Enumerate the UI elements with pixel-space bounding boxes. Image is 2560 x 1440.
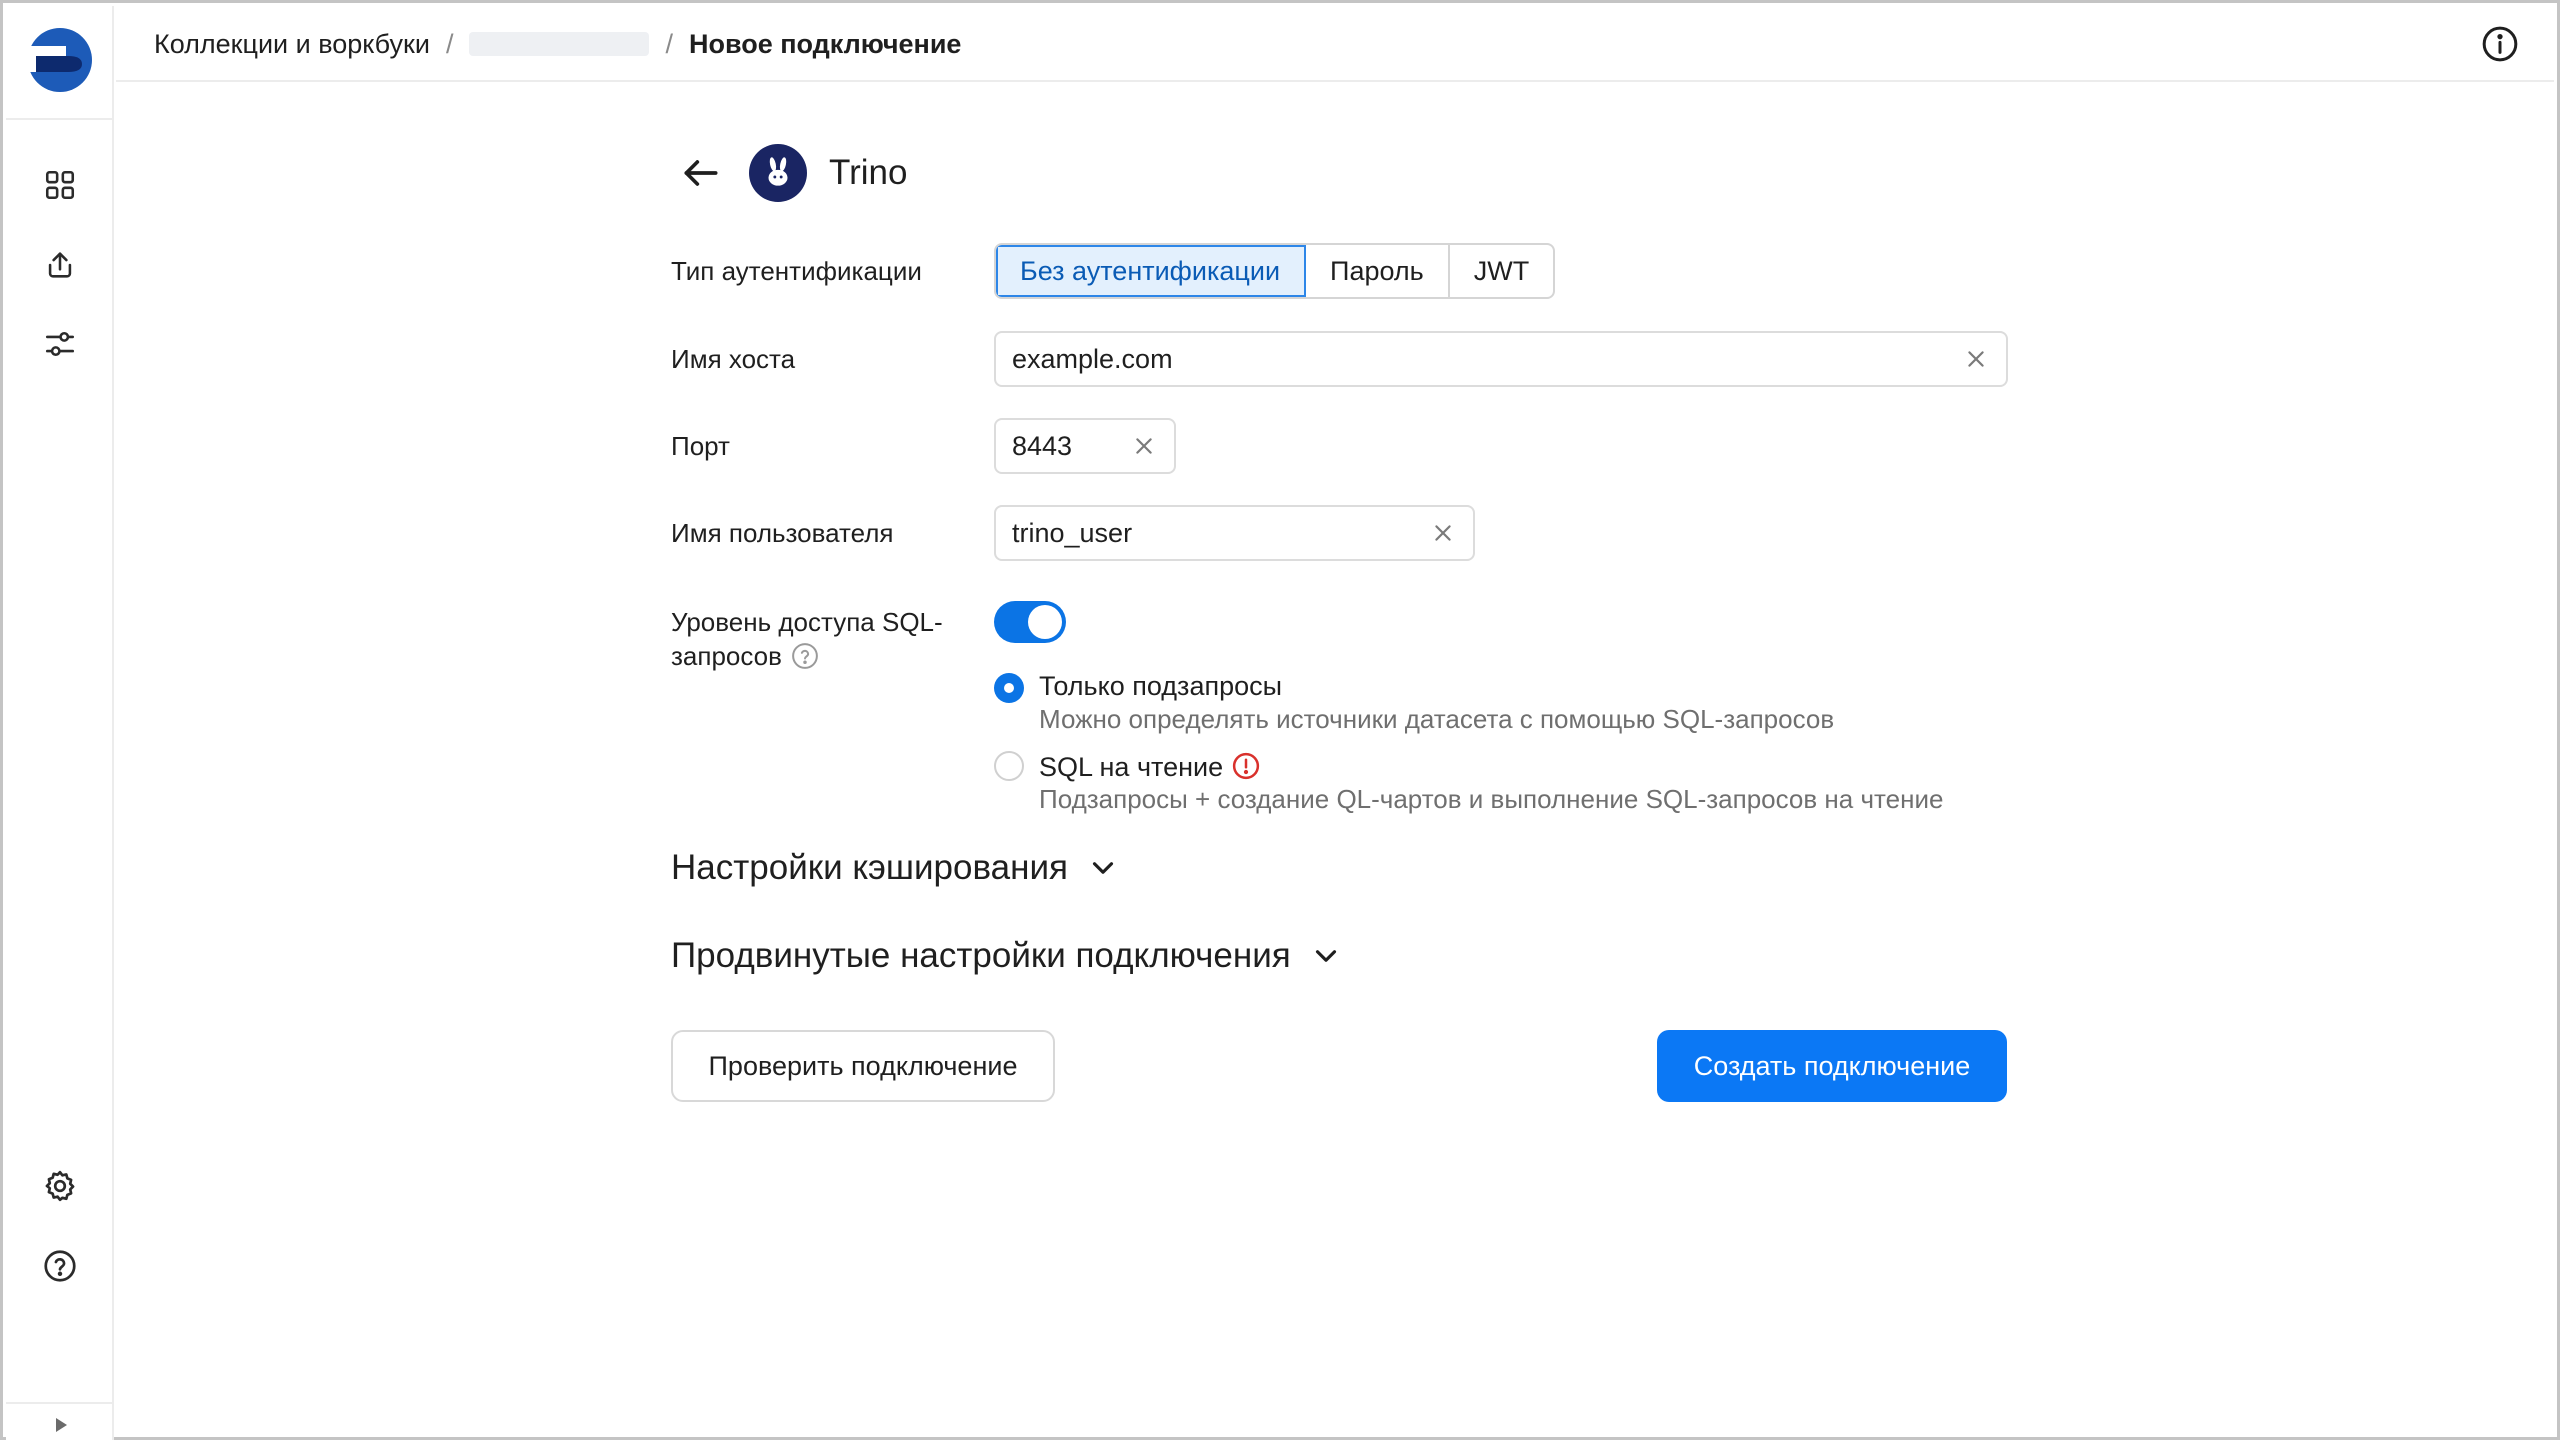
auth-option-jwt[interactable]: JWT — [1450, 245, 1553, 297]
chevron-down-icon — [1309, 939, 1343, 973]
breadcrumb-workbook[interactable] — [469, 32, 650, 56]
auth-type-label: Тип аутентификации — [671, 256, 922, 286]
radio-subqueries[interactable] — [994, 673, 1024, 703]
port-value: 8443 — [1012, 430, 1073, 461]
sql-access-toggle[interactable] — [994, 601, 1066, 643]
app-window: Коллекции и воркбуки / / Новое подключен… — [0, 0, 2560, 1440]
divider — [6, 118, 114, 120]
breadcrumb-collections[interactable]: Коллекции и воркбуки — [154, 29, 430, 60]
help-icon[interactable] — [35, 1241, 85, 1291]
cache-settings-title: Настройки кэширования — [671, 848, 1068, 887]
auth-type-selector: Без аутентификации Пароль JWT — [994, 243, 1556, 299]
expand-sidebar-icon[interactable] — [46, 1410, 76, 1440]
toggle-knob — [1028, 605, 1062, 639]
username-input[interactable]: trino_user — [994, 505, 1475, 561]
create-connection-button[interactable]: Создать подключение — [1657, 1030, 2007, 1102]
chevron-down-icon — [1086, 851, 1120, 885]
radio-subqueries-title: Только подзапросы — [1039, 671, 1283, 701]
radio-sql-read-title: SQL на чтение — [1039, 751, 1261, 783]
sql-level-label-line2: запросов — [671, 641, 782, 671]
host-value: example.com — [1012, 343, 1173, 374]
username-label: Имя пользователя — [671, 518, 894, 548]
top-bar: Коллекции и воркбуки / / Новое подключен… — [116, 6, 2554, 82]
clear-icon[interactable] — [1962, 345, 1990, 373]
breadcrumb: Коллекции и воркбуки / / Новое подключен… — [154, 6, 961, 82]
info-icon[interactable] — [2480, 24, 2520, 64]
page-header: Trino — [679, 141, 907, 205]
advanced-settings-title: Продвинутые настройки подключения — [671, 936, 1291, 975]
port-input[interactable]: 8443 — [994, 418, 1176, 474]
port-label: Порт — [671, 431, 730, 461]
settings-icon[interactable] — [35, 1161, 85, 1211]
back-arrow-icon[interactable] — [679, 151, 723, 195]
trino-bunny-icon — [749, 144, 807, 202]
advanced-settings-section[interactable]: Продвинутые настройки подключения — [671, 936, 1343, 976]
sql-level-label: Уровень доступа SQL- запросов — [671, 605, 943, 673]
question-icon[interactable] — [790, 641, 820, 671]
check-connection-button[interactable]: Проверить подключение — [671, 1030, 1055, 1102]
clear-icon[interactable] — [1429, 519, 1457, 547]
breadcrumb-separator: / — [665, 28, 673, 59]
host-label: Имя хоста — [671, 344, 796, 374]
sliders-icon[interactable] — [35, 319, 85, 369]
radio-sql-read-desc: Подзапросы + создание QL-чартов и выполн… — [1039, 784, 1944, 814]
auth-option-none[interactable]: Без аутентификации — [996, 245, 1307, 297]
host-input[interactable]: example.com — [994, 331, 2008, 387]
radio-sql-read[interactable] — [994, 751, 1024, 781]
upload-icon[interactable] — [35, 240, 85, 290]
radio-subqueries-desc: Можно определять источники датасета с по… — [1039, 704, 1835, 734]
sql-level-label-line1: Уровень доступа SQL- — [671, 607, 943, 637]
page-title: Trino — [829, 153, 908, 192]
clear-icon[interactable] — [1130, 432, 1158, 460]
collections-grid-icon[interactable] — [35, 160, 85, 210]
auth-option-password[interactable]: Пароль — [1306, 245, 1450, 297]
sidebar — [6, 6, 114, 1440]
username-value: trino_user — [1012, 517, 1133, 548]
warning-icon — [1231, 751, 1261, 781]
divider — [6, 1402, 114, 1404]
cache-settings-section[interactable]: Настройки кэширования — [671, 848, 1120, 888]
radio-sql-read-label: SQL на чтение — [1039, 752, 1224, 782]
breadcrumb-current: Новое подключение — [688, 28, 962, 59]
logo-icon[interactable] — [26, 26, 94, 94]
breadcrumb-separator: / — [445, 28, 454, 59]
